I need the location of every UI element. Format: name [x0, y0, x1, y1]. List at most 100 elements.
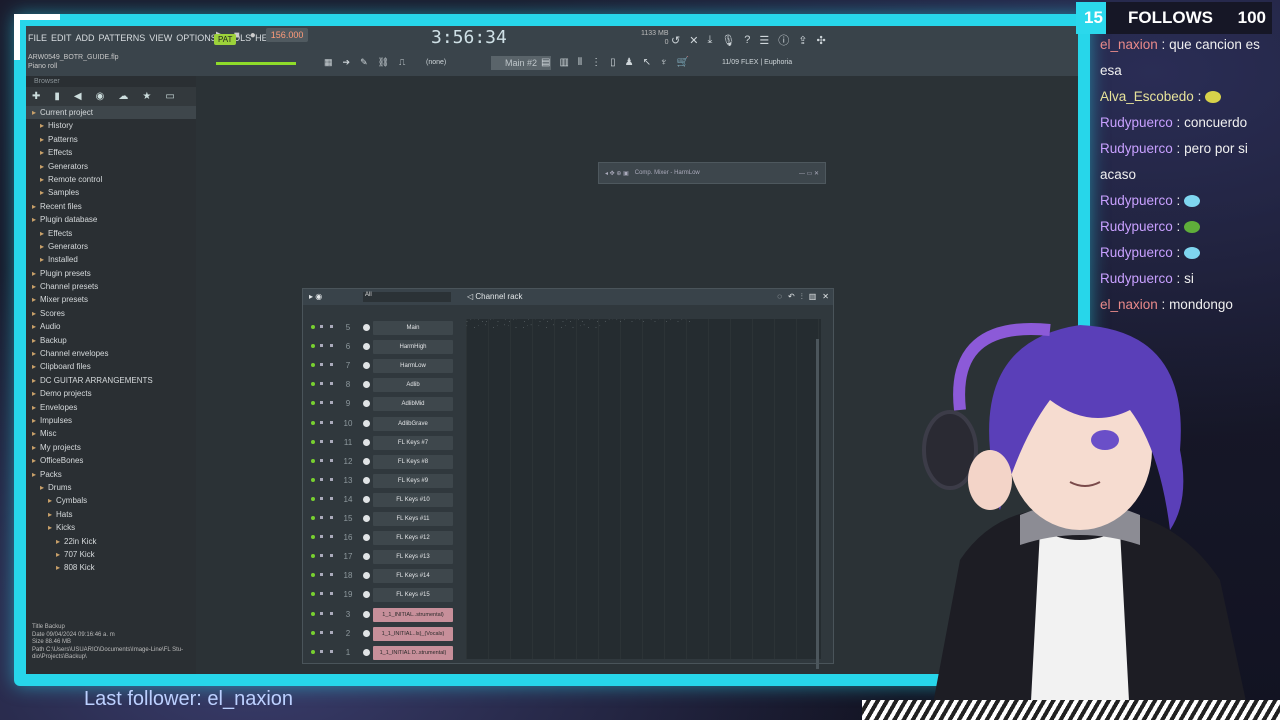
cursor-icon[interactable]: ↖	[643, 57, 651, 68]
channel-select-dot[interactable]	[363, 324, 370, 331]
mixer-track-number[interactable]: 19	[341, 590, 355, 599]
pan-knob[interactable]	[320, 477, 323, 481]
pan-knob[interactable]	[320, 363, 323, 367]
mixer-track-number[interactable]: 6	[341, 342, 355, 351]
paint-icon[interactable]: ♆	[660, 57, 668, 68]
menu-item-file[interactable]: FILE	[28, 33, 47, 43]
menu-item-edit[interactable]: EDIT	[51, 33, 72, 43]
mixer-track-number[interactable]: 11	[341, 438, 355, 447]
browser-item[interactable]: ▸ Channel presets	[26, 280, 196, 293]
channel-row[interactable]: 13 FL Keys #9	[303, 472, 463, 491]
rack-scrollbar[interactable]	[816, 339, 819, 669]
mixer-track-number[interactable]: 7	[341, 361, 355, 370]
mute-led[interactable]	[311, 573, 315, 578]
volume-knob[interactable]	[330, 535, 333, 539]
chat-username[interactable]: Alva_Escobedo	[1100, 89, 1194, 104]
browser-item[interactable]: ▸ My projects	[26, 441, 196, 454]
info-icon[interactable]: ⓘ	[778, 32, 789, 48]
add-icon[interactable]: ✚	[32, 91, 40, 102]
mixer-track-number[interactable]: 13	[341, 476, 355, 485]
help-icon[interactable]: ?	[744, 34, 750, 46]
browser-item[interactable]: ▸ DC GUITAR ARRANGEMENTS	[26, 374, 196, 387]
channel-select-dot[interactable]	[363, 572, 370, 580]
channel-row[interactable]: 10 AdlibGrave	[303, 415, 463, 434]
mixer-track-number[interactable]: 5	[341, 323, 355, 332]
channel-select-dot[interactable]	[363, 419, 370, 427]
channel-select-dot[interactable]	[363, 362, 370, 370]
volume-knob[interactable]	[330, 363, 333, 367]
menu-item-patterns[interactable]: PATTERNS	[99, 33, 146, 43]
step-sequencer-grid[interactable]: ·ˑ˙ˑ··ˑ˙· ˑ·ˑ˙ ·ˑ ˙·ˑ·ˑ˙ ·ˑ·˙ˑ· ˑ˙· ·ˑ˙ˑ…	[466, 319, 821, 669]
channel-button[interactable]: FL Keys #11	[373, 512, 453, 526]
back-icon[interactable]: ◀	[74, 91, 82, 102]
mixer-tools-icon[interactable]: ◂ ✥ ⊕ ▣	[605, 170, 629, 177]
browser-item[interactable]: ▸ 22in Kick	[26, 535, 196, 548]
mute-led[interactable]	[311, 439, 315, 444]
channel-row[interactable]: 11 FL Keys #7	[303, 434, 463, 453]
volume-knob[interactable]	[330, 554, 333, 558]
channel-row[interactable]: 18 FL Keys #14	[303, 567, 463, 586]
pan-knob[interactable]	[320, 630, 323, 634]
browser-item[interactable]: ▸ Cymbals	[26, 494, 196, 507]
channel-rack-icon[interactable]: ⋮	[591, 57, 601, 68]
stamp-icon[interactable]: ⎍	[399, 57, 405, 68]
channel-button[interactable]: FL Keys #7	[373, 435, 453, 450]
browser-item[interactable]: ▸ Envelopes	[26, 401, 196, 414]
browser-item[interactable]: ▸ Recent files	[26, 200, 196, 213]
channel-button[interactable]: FL Keys #15	[373, 588, 453, 603]
volume-knob[interactable]	[330, 344, 333, 348]
browser-item[interactable]: ▸ 808 Kick	[26, 561, 196, 574]
channel-button[interactable]: Adlib	[373, 378, 453, 393]
mute-led[interactable]	[311, 363, 315, 368]
undo-rack-icon[interactable]: ↶	[788, 292, 795, 302]
channel-row[interactable]: 1 1_1_INITIAL D..strumental)	[303, 644, 463, 663]
channel-row[interactable]: 14 FL Keys #10	[303, 491, 463, 510]
browser-item[interactable]: ▸ Audio	[26, 320, 196, 333]
browser-item[interactable]: ▸ Packs	[26, 468, 196, 481]
browser-item[interactable]: ▸ Generators	[26, 160, 196, 173]
pattern-song-toggle[interactable]: PAT	[214, 34, 237, 45]
mute-led[interactable]	[311, 458, 315, 463]
swing-icon[interactable]: ◌	[777, 292, 782, 302]
pencil-icon[interactable]: ✎	[360, 57, 368, 68]
mute-led[interactable]	[311, 382, 315, 387]
mixer-window[interactable]: ◂ ✥ ⊕ ▣ Comp. Mixer - HarmLow — ▭ ✕	[598, 162, 826, 184]
channel-button[interactable]: 1_1_INITIAL..strumental)	[373, 607, 453, 622]
browser-item[interactable]: ▸ Effects	[26, 227, 196, 240]
mute-led[interactable]	[311, 420, 315, 425]
volume-knob[interactable]	[330, 573, 333, 577]
upload-icon[interactable]: ⇪	[798, 34, 807, 47]
rack-menu-icon[interactable]: ▸ ◉	[309, 292, 322, 301]
browser-item[interactable]: ▸ Scores	[26, 307, 196, 320]
cut-icon[interactable]: ✕	[689, 34, 698, 47]
window-controls-icon[interactable]: — ▭ ✕	[799, 170, 819, 177]
channel-button[interactable]: AdlibMid	[373, 397, 453, 412]
channel-select-dot[interactable]	[363, 343, 370, 351]
channel-row[interactable]: 2 1_1_INITIAL..ls)_(Vocals)	[303, 625, 463, 644]
link-icon[interactable]: ⛓	[378, 57, 389, 68]
volume-knob[interactable]	[330, 477, 333, 481]
mute-led[interactable]	[311, 630, 315, 635]
channel-row[interactable]: 8 Adlib	[303, 376, 463, 395]
browser-item[interactable]: ▸ 707 Kick	[26, 548, 196, 561]
browser-item[interactable]: ▸ Misc	[26, 427, 196, 440]
channel-button[interactable]: 1_1_INITIAL..ls)_(Vocals)	[373, 626, 453, 641]
channel-button[interactable]: Main	[373, 321, 453, 335]
browser-item[interactable]: ▸ Installed	[26, 253, 196, 266]
channel-row[interactable]: 12 FL Keys #8	[303, 453, 463, 472]
star-icon[interactable]: ★	[142, 91, 151, 102]
volume-knob[interactable]	[330, 611, 333, 615]
volume-knob[interactable]	[330, 458, 333, 462]
pan-knob[interactable]	[320, 592, 323, 596]
channel-row[interactable]: 7 HarmLow	[303, 357, 463, 376]
menu-item-view[interactable]: VIEW	[149, 33, 172, 43]
mic-icon[interactable]: 🎙	[721, 34, 735, 47]
pan-knob[interactable]	[320, 401, 323, 405]
mute-led[interactable]	[311, 516, 315, 520]
cart-icon[interactable]: 🛒	[676, 57, 688, 68]
mixer-track-number[interactable]: 12	[341, 457, 355, 466]
mixer-track-number[interactable]: 15	[341, 514, 355, 523]
channel-row[interactable]: 15 FL Keys #11	[303, 510, 463, 529]
mute-led[interactable]	[311, 496, 315, 501]
grid-icon[interactable]: ▥	[809, 292, 817, 302]
